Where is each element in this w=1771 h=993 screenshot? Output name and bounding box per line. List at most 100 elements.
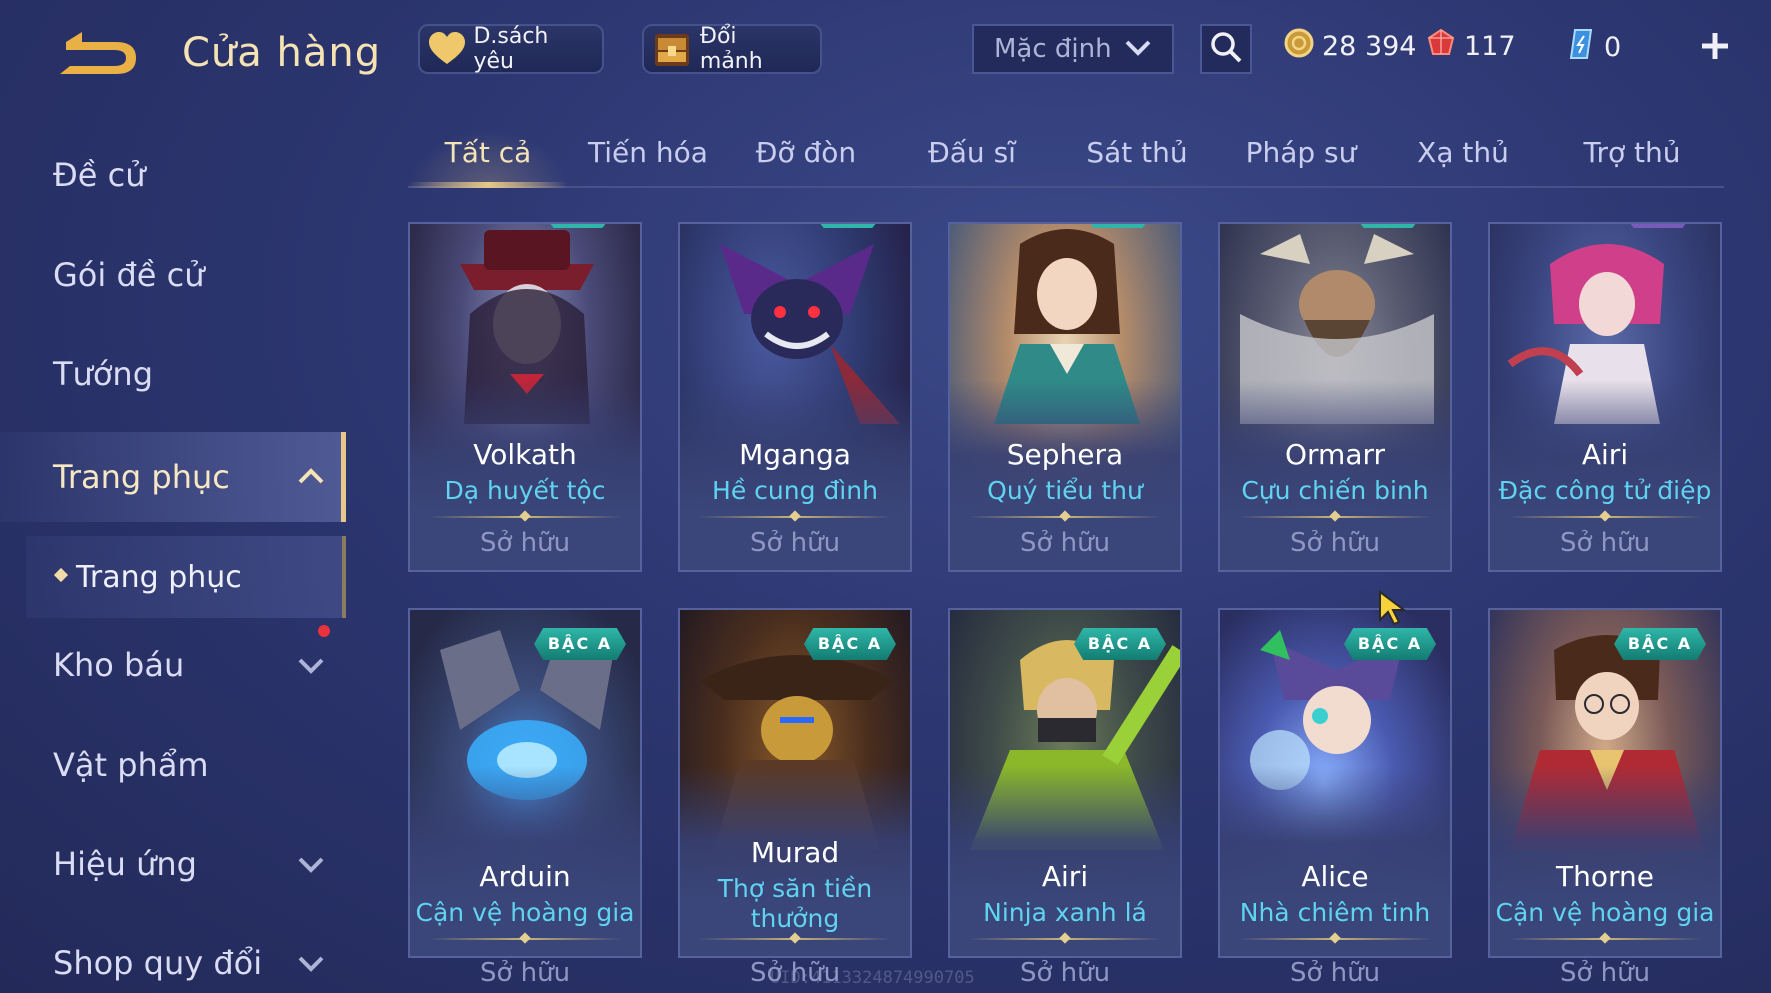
sidebar-item-items[interactable]: Vật phẩm <box>0 720 346 810</box>
hero-name: Murad <box>750 836 840 869</box>
ruby-gem-icon <box>1426 28 1456 65</box>
tab-tank[interactable]: Đỡ đòn <box>746 136 866 169</box>
owned-status: Sở hữu <box>1289 528 1381 558</box>
exchange-fragments-button[interactable]: Đổi mảnh <box>642 24 822 74</box>
owned-status: Sở hữu <box>749 528 841 558</box>
gold-amount: 28 394 <box>1322 31 1417 62</box>
card-divider <box>1508 516 1702 518</box>
uid-watermark: UID:4113324874990705 <box>770 968 975 988</box>
chevron-up-icon <box>296 462 326 492</box>
skin-card[interactable]: Volkath Dạ huyết tộc Sở hữu <box>408 222 642 572</box>
skin-card[interactable]: BẬC A Murad Thợ săn tiền thưởng <box>678 608 912 958</box>
tier-ribbon <box>816 224 880 228</box>
chevron-down-icon <box>296 849 326 879</box>
treasure-chest-icon <box>652 29 692 69</box>
sidebar-item-exchange-shop[interactable]: Shop quy đổi <box>0 918 346 993</box>
crystal-currency: 0 <box>1566 28 1621 67</box>
skin-card[interactable]: BẬC A Thorne Cận vệ hoàng gia <box>1488 608 1722 958</box>
sidebar-item-bundles[interactable]: Gói đề cử <box>0 230 346 320</box>
skin-name: Hề cung đình <box>712 476 878 505</box>
card-divider <box>1238 938 1432 940</box>
tab-assassin[interactable]: Sát thủ <box>1072 136 1202 169</box>
skin-card[interactable]: Ormarr Cựu chiến binh Sở hữu <box>1218 222 1452 572</box>
owned-status: Sở hữu <box>1289 958 1381 988</box>
hero-name: Sephera <box>1006 438 1124 471</box>
owned-status: Sở hữu <box>479 958 571 988</box>
skin-name: Đặc công tử điệp <box>1498 476 1712 505</box>
skin-card[interactable]: Mganga Hề cung đình Sở hữu <box>678 222 912 572</box>
sidebar-item-label: Gói đề cử <box>53 256 205 294</box>
tier-ribbon <box>546 224 610 228</box>
card-divider <box>1508 938 1702 940</box>
sidebar-item-recommended[interactable]: Đề cử <box>0 130 346 220</box>
exchange-label: Đổi mảnh <box>699 24 763 74</box>
card-divider <box>698 516 892 518</box>
skin-name: Cựu chiến binh <box>1241 476 1429 505</box>
hero-name: Ormarr <box>1284 438 1386 471</box>
wishlist-label: D.sách yêu <box>473 24 549 74</box>
skin-card[interactable]: Sephera Quý tiểu thư Sở hữu <box>948 222 1182 572</box>
skin-grid: Volkath Dạ huyết tộc Sở hữu Mganga Hề cu… <box>408 222 1724 993</box>
role-tabs: Tất cả Tiến hóa Đỡ đòn Đấu sĩ Sát thủ Ph… <box>408 130 1724 188</box>
tier-a-badge: BẬC A <box>1074 628 1166 660</box>
sort-value: Mặc định <box>994 34 1112 64</box>
active-tab-underline <box>408 182 568 188</box>
sidebar-item-effects[interactable]: Hiệu ứng <box>0 819 346 909</box>
hero-name: Arduin <box>479 860 571 893</box>
gold-currency: 28 394 <box>1284 28 1416 65</box>
add-currency-button[interactable] <box>1695 24 1735 68</box>
tab-marksman[interactable]: Xạ thủ <box>1408 136 1518 169</box>
skin-card[interactable]: BẬC A Arduin Cận vệ hoàng gia <box>408 608 642 958</box>
chevron-down-icon <box>296 650 326 680</box>
sidebar-item-label: Trang phục <box>53 458 230 496</box>
gold-coin-icon <box>1284 28 1314 65</box>
skin-card[interactable]: BẬC A Airi Ninja xanh lá <box>948 608 1182 958</box>
tier-a-badge: BẬC A <box>1614 628 1706 660</box>
owned-status: Sở hữu <box>1559 958 1651 988</box>
hero-name: Airi <box>1041 860 1089 893</box>
skin-name: Dạ huyết tộc <box>444 476 606 505</box>
cursor-icon <box>1378 590 1408 626</box>
skin-card[interactable]: Airi Đặc công tử điệp Sở hữu <box>1488 222 1722 572</box>
wishlist-button[interactable]: D.sách yêu <box>418 24 604 74</box>
skin-name: Quý tiểu thư <box>987 476 1143 505</box>
skin-card[interactable]: BẬC A Alice Nhà chiêm tinh <box>1218 608 1452 958</box>
sidebar-item-label: Hiệu ứng <box>53 845 197 883</box>
tier-ribbon <box>1626 224 1690 228</box>
skin-name: Thợ săn tiền thưởng <box>717 874 873 933</box>
sidebar-item-label: Đề cử <box>53 156 146 194</box>
tab-mage[interactable]: Pháp sư <box>1236 136 1366 169</box>
search-button[interactable] <box>1200 24 1252 74</box>
chevron-down-icon <box>296 948 326 978</box>
sidebar-item-label: Tướng <box>53 355 153 393</box>
tab-fighter[interactable]: Đấu sĩ <box>912 136 1032 169</box>
card-divider <box>968 516 1162 518</box>
sidebar-subitem-label: Trang phục <box>76 559 242 595</box>
owned-status: Sở hữu <box>479 528 571 558</box>
skin-name: Cận vệ hoàng gia <box>1495 898 1715 927</box>
card-divider <box>428 516 622 518</box>
tier-ribbon <box>1356 224 1420 228</box>
ruby-amount: 117 <box>1464 31 1516 62</box>
sidebar-item-heroes[interactable]: Tướng <box>0 329 346 419</box>
back-arrow-icon[interactable] <box>52 28 144 80</box>
page-title: Cửa hàng <box>182 30 382 76</box>
card-divider <box>428 938 622 940</box>
tab-evolution[interactable]: Tiến hóa <box>580 136 716 169</box>
hero-name: Thorne <box>1556 860 1654 893</box>
skin-name: Ninja xanh lá <box>983 898 1147 927</box>
ruby-currency: 117 <box>1426 28 1516 65</box>
tab-all[interactable]: Tất cả <box>408 136 568 169</box>
sidebar-subitem-skins[interactable]: Trang phục <box>26 536 346 618</box>
sidebar-item-treasure[interactable]: Kho báu <box>0 620 346 710</box>
chevron-down-icon <box>1124 34 1152 64</box>
top-bar: Cửa hàng D.sách yêu Đổi mảnh Mặc định 28… <box>0 0 1771 100</box>
sidebar-item-skins[interactable]: Trang phục <box>0 432 346 522</box>
category-sidebar: Đề cử Gói đề cử Tướng Trang phục Trang p… <box>0 130 346 993</box>
sort-dropdown[interactable]: Mặc định <box>972 24 1174 74</box>
tab-support[interactable]: Trợ thủ <box>1572 136 1692 169</box>
tier-a-badge: BẬC A <box>1344 628 1436 660</box>
card-divider <box>698 938 892 940</box>
tier-a-badge: BẬC A <box>534 628 626 660</box>
search-icon <box>1209 30 1243 68</box>
